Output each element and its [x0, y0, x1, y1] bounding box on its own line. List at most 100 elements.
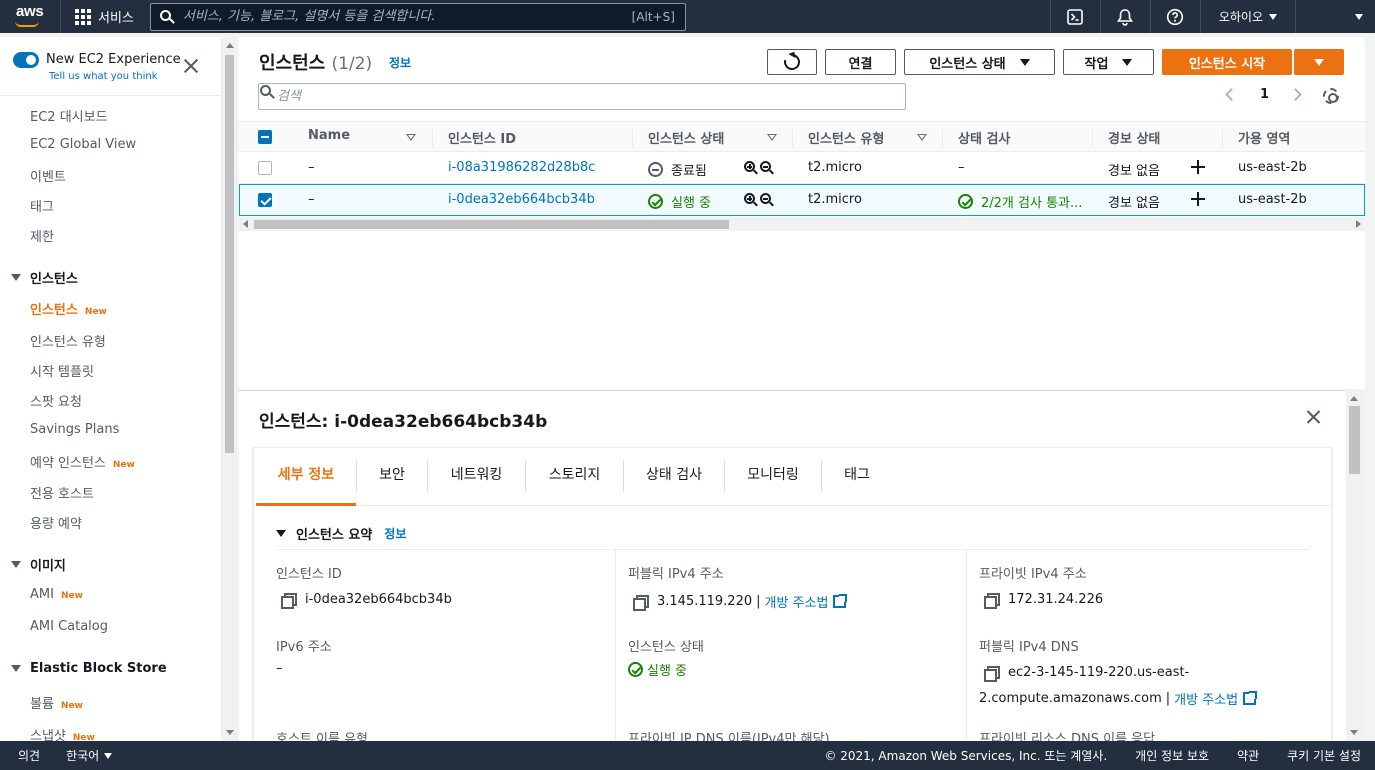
- services-menu-button[interactable]: 서비스: [61, 0, 146, 33]
- launch-instance-button[interactable]: 인스턴스 시작: [1162, 49, 1292, 75]
- sidebar-section-instances[interactable]: 인스턴스: [11, 268, 78, 287]
- sidebar-item-tags[interactable]: 태그: [30, 196, 54, 215]
- sidebar-item-capacity-reservations[interactable]: 용량 예약: [30, 513, 82, 532]
- table-row[interactable]: – i-08a31986282d28b8c 종료됨 t2.micro – 경보 …: [239, 152, 1365, 184]
- column-header-status-check[interactable]: 상태 검사: [958, 128, 1010, 147]
- launch-instance-dropdown[interactable]: [1294, 49, 1344, 75]
- sidebar-item-instance-types[interactable]: 인스턴스 유형: [30, 331, 106, 350]
- column-header-instance-state[interactable]: 인스턴스 상태: [648, 128, 724, 147]
- instance-summary-header[interactable]: 인스턴스 요약 정보: [276, 524, 406, 543]
- row-checkbox[interactable]: [258, 193, 272, 207]
- account-menu[interactable]: [1295, 0, 1375, 33]
- privacy-link[interactable]: 개인 정보 보호: [1135, 747, 1209, 764]
- sidebar-item-ami-catalog[interactable]: AMI Catalog: [30, 619, 108, 634]
- scrollbar-thumb[interactable]: [254, 220, 729, 229]
- sidebar-item-events[interactable]: 이벤트: [30, 166, 66, 185]
- scrollbar-thumb[interactable]: [225, 55, 234, 453]
- tab-networking[interactable]: 네트워킹: [428, 464, 525, 506]
- cell-instance-id[interactable]: i-08a31986282d28b8c: [448, 160, 595, 175]
- instance-filter-input[interactable]: [277, 89, 837, 104]
- row-checkbox[interactable]: [258, 161, 272, 175]
- copy-icon[interactable]: [633, 595, 649, 611]
- zoom-in-icon[interactable]: [744, 193, 758, 207]
- chevron-right-icon[interactable]: [1289, 88, 1302, 101]
- page-number[interactable]: 1: [1260, 87, 1269, 102]
- aws-logo[interactable]: aws: [10, 0, 60, 33]
- scroll-left-icon[interactable]: [243, 220, 248, 228]
- zoom-out-icon[interactable]: [760, 193, 774, 207]
- scroll-right-icon[interactable]: [1356, 220, 1361, 228]
- tab-security[interactable]: 보안: [357, 464, 427, 506]
- zoom-in-icon[interactable]: [744, 161, 758, 175]
- tab-tags[interactable]: 태그: [822, 464, 892, 506]
- feedback-link[interactable]: Tell us what you think: [49, 71, 158, 82]
- column-header-availability-zone[interactable]: 가용 영역: [1238, 128, 1290, 147]
- sidebar-item-launch-templates[interactable]: 시작 템플릿: [30, 361, 94, 380]
- sidebar-item-savings-plans[interactable]: Savings Plans: [30, 422, 119, 437]
- sidebar-item-reserved-instances[interactable]: 예약 인스턴스 New: [30, 452, 135, 471]
- column-header-instance-type[interactable]: 인스턴스 유형: [808, 128, 884, 147]
- gear-icon[interactable]: [1323, 88, 1339, 104]
- select-all-checkbox[interactable]: [258, 130, 272, 144]
- language-selector[interactable]: 한국어: [66, 747, 113, 764]
- tab-monitoring[interactable]: 모니터링: [725, 464, 821, 506]
- open-address-link[interactable]: 개방 주소법: [1174, 689, 1258, 708]
- terms-link[interactable]: 약관: [1237, 747, 1259, 764]
- sort-icon[interactable]: [767, 134, 777, 141]
- add-alarm-icon[interactable]: [1191, 192, 1205, 206]
- sort-icon[interactable]: [917, 134, 927, 141]
- copy-icon[interactable]: [281, 593, 297, 609]
- sidebar-section-images[interactable]: 이미지: [11, 555, 66, 574]
- copy-icon[interactable]: [984, 666, 1000, 682]
- info-link[interactable]: 정보: [384, 525, 406, 542]
- tab-status-checks[interactable]: 상태 검사: [624, 464, 724, 506]
- global-search[interactable]: [Alt+S]: [149, 2, 686, 31]
- zoom-out-icon[interactable]: [760, 161, 774, 175]
- close-icon[interactable]: [1305, 409, 1321, 425]
- region-selector[interactable]: 오하이오: [1199, 0, 1295, 33]
- sort-icon[interactable]: [406, 134, 416, 141]
- sidebar-item-global-view[interactable]: EC2 Global View: [30, 137, 136, 152]
- help-button[interactable]: [1149, 0, 1200, 33]
- sidebar-item-ami[interactable]: AMI New: [30, 587, 83, 602]
- refresh-button[interactable]: [767, 49, 817, 75]
- info-link[interactable]: 정보: [389, 54, 411, 71]
- cookie-preferences-link[interactable]: 쿠키 기본 설정: [1287, 747, 1361, 764]
- sidebar-item-snapshots[interactable]: 스냅샷 New: [30, 725, 95, 741]
- sidebar-item-dashboard[interactable]: EC2 대시보드: [30, 106, 108, 125]
- scroll-up-icon[interactable]: [226, 43, 234, 48]
- actions-button[interactable]: 작업: [1063, 49, 1154, 75]
- sidebar-item-dedicated-hosts[interactable]: 전용 호스트: [30, 483, 94, 502]
- tab-details[interactable]: 세부 정보: [256, 464, 356, 506]
- connect-button[interactable]: 연결: [825, 49, 896, 75]
- scrollbar-thumb[interactable]: [1349, 406, 1360, 474]
- add-alarm-icon[interactable]: [1191, 160, 1205, 174]
- new-experience-toggle[interactable]: [13, 52, 39, 68]
- table-row-selected[interactable]: – i-0dea32eb664bcb34b 실행 중 t2.micro 2/2개…: [239, 184, 1365, 216]
- sidebar-item-instances[interactable]: 인스턴스 New: [30, 299, 107, 318]
- column-header-alarm-status[interactable]: 경보 상태: [1108, 128, 1160, 147]
- global-search-input[interactable]: [182, 9, 632, 24]
- sidebar-item-volumes[interactable]: 볼륨 New: [30, 693, 83, 712]
- sidebar-item-spot-requests[interactable]: 스팟 요청: [30, 391, 82, 410]
- cell-instance-id[interactable]: i-0dea32eb664bcb34b: [448, 192, 595, 207]
- scroll-down-icon[interactable]: [1350, 730, 1358, 735]
- tab-storage[interactable]: 스토리지: [526, 464, 623, 506]
- column-header-instance-id[interactable]: 인스턴스 ID: [448, 128, 516, 147]
- close-icon[interactable]: [182, 57, 200, 75]
- copy-icon[interactable]: [984, 593, 1000, 609]
- chevron-left-icon[interactable]: [1225, 88, 1238, 101]
- cloudshell-button[interactable]: [1049, 0, 1100, 33]
- detail-scrollbar[interactable]: [1346, 390, 1363, 741]
- notifications-button[interactable]: [1099, 0, 1150, 33]
- sidebar-item-limits[interactable]: 제한: [30, 226, 54, 245]
- column-header-name[interactable]: Name: [308, 128, 350, 143]
- feedback-link[interactable]: 의견: [18, 747, 40, 764]
- scroll-down-icon[interactable]: [226, 730, 234, 735]
- scroll-up-icon[interactable]: [1350, 396, 1358, 401]
- instance-state-button[interactable]: 인스턴스 상태: [904, 49, 1055, 75]
- cell-status-check[interactable]: 2/2개 검사 통과...: [958, 192, 1082, 211]
- sidebar-section-ebs[interactable]: Elastic Block Store: [11, 661, 167, 676]
- instance-filter[interactable]: [258, 83, 906, 110]
- open-address-link[interactable]: 개방 주소법: [765, 592, 848, 611]
